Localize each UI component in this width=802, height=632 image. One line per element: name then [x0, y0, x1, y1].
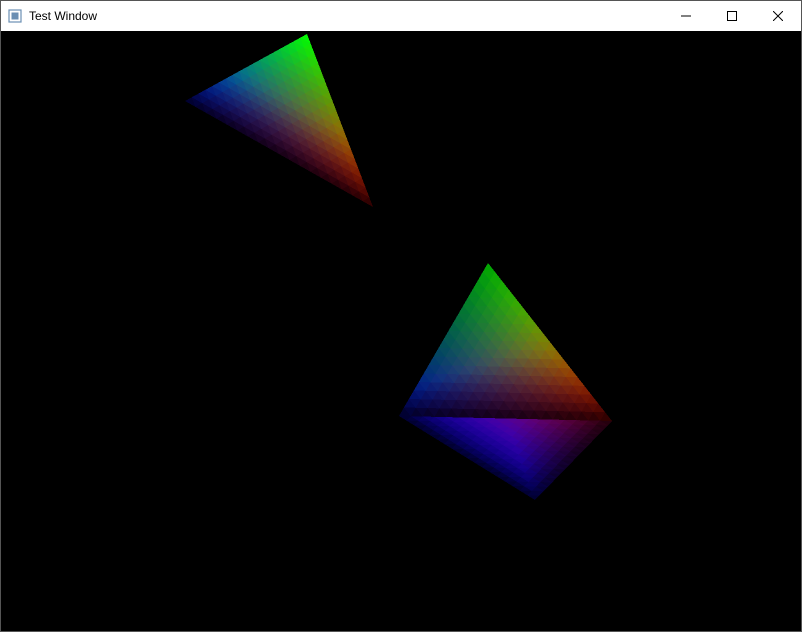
- titlebar-left: Test Window: [7, 8, 97, 24]
- close-button[interactable]: [755, 1, 801, 31]
- minimize-icon: [681, 11, 691, 21]
- close-icon: [773, 11, 783, 21]
- maximize-icon: [727, 11, 737, 21]
- window-controls: [663, 1, 801, 31]
- render-canvas: [1, 31, 801, 631]
- render-viewport: [1, 31, 801, 631]
- window-title: Test Window: [29, 9, 97, 23]
- titlebar[interactable]: Test Window: [1, 1, 801, 31]
- app-icon: [7, 8, 23, 24]
- minimize-button[interactable]: [663, 1, 709, 31]
- maximize-button[interactable]: [709, 1, 755, 31]
